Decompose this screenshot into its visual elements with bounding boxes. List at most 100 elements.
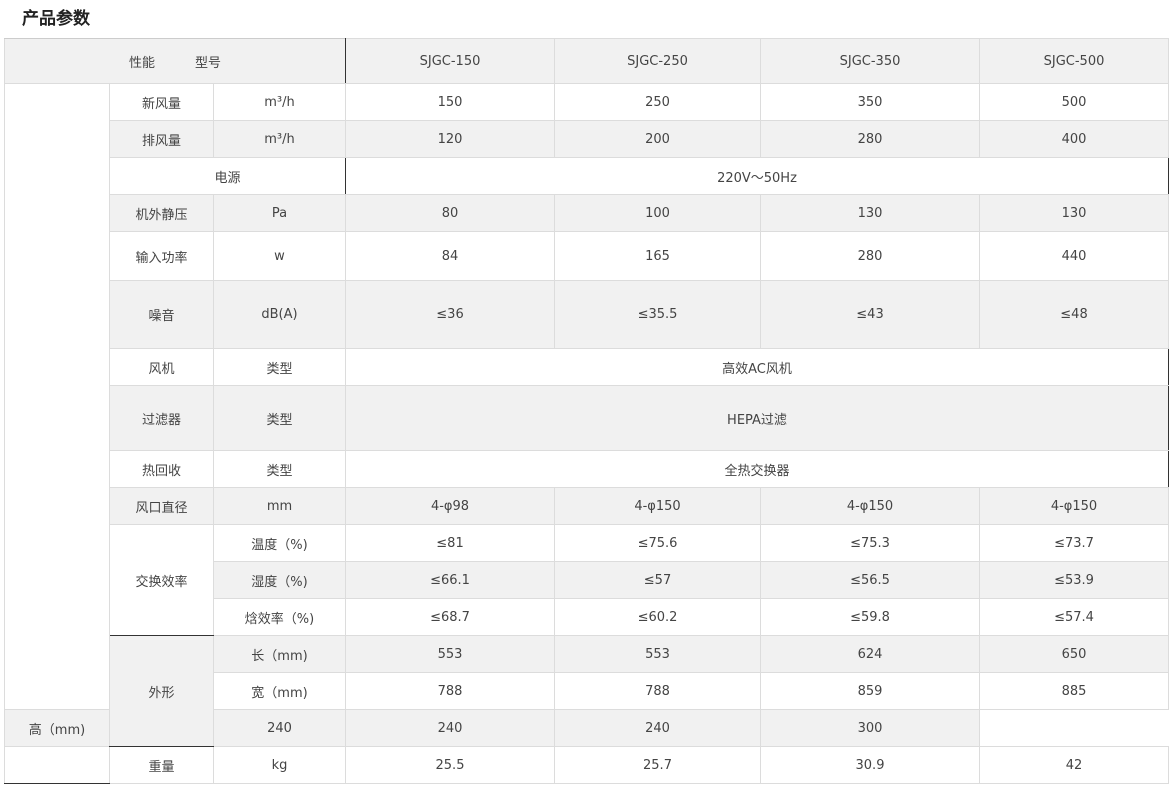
value-cell: 25.7 xyxy=(554,746,761,784)
value-cell: ≤43 xyxy=(760,280,980,349)
value-cell: ≤56.5 xyxy=(760,561,980,599)
param-name: 输入功率 xyxy=(109,231,214,281)
param-unit: m³/h xyxy=(213,120,346,158)
param-unit: dB(A) xyxy=(213,280,346,349)
param-unit: 宽（mm) xyxy=(213,672,346,710)
param-unit: kg xyxy=(213,746,346,784)
table-row: 电源 220V～50Hz xyxy=(5,157,1169,195)
value-cell: 100 xyxy=(554,194,761,232)
value-cell: ≤53.9 xyxy=(979,561,1169,599)
value-cell: 全热交换器 xyxy=(345,450,1169,488)
param-unit: m³/h xyxy=(213,83,346,121)
param-unit: 类型 xyxy=(213,385,346,451)
value-cell: HEPA过滤 xyxy=(345,385,1169,451)
value-cell: 130 xyxy=(760,194,980,232)
table-row: 外形 长（mm) 553 553 624 650 xyxy=(5,635,1169,747)
param-unit: 湿度（%) xyxy=(213,561,346,599)
model-header: SJGC-350 xyxy=(760,38,980,84)
value-cell: 高效AC风机 xyxy=(345,348,1169,386)
value-cell: 200 xyxy=(554,120,761,158)
value-cell: 4-φ150 xyxy=(760,487,980,525)
value-cell: ≤81 xyxy=(345,524,555,562)
spec-table: 性能 型号 SJGC-150 SJGC-250 SJGC-350 SJGC-500… xyxy=(4,38,1169,784)
param-unit: 高（mm) xyxy=(4,709,110,747)
value-cell: 120 xyxy=(345,120,555,158)
value-cell: 240 xyxy=(345,709,555,747)
param-unit: w xyxy=(213,231,346,281)
table-row: 风口直径 mm 4-φ98 4-φ150 4-φ150 4-φ150 xyxy=(5,487,1169,525)
param-name: 重量 xyxy=(109,746,214,784)
value-cell: ≤73.7 xyxy=(979,524,1169,562)
param-unit: 类型 xyxy=(213,450,346,488)
value-cell: ≤57 xyxy=(554,561,761,599)
value-cell: ≤66.1 xyxy=(345,561,555,599)
table-row: 新风量 m³/h 150 250 350 500 xyxy=(4,83,1169,710)
table-row: 重量 kg 25.5 25.7 30.9 42 xyxy=(4,746,1169,784)
value-cell: 4-φ98 xyxy=(345,487,555,525)
value-cell: 553 xyxy=(345,635,555,673)
value-cell: 280 xyxy=(760,231,980,281)
param-name: 热回收 xyxy=(109,450,214,488)
value-cell: 240 xyxy=(213,709,346,747)
value-cell: 788 xyxy=(554,672,761,710)
value-cell: 4-φ150 xyxy=(979,487,1169,525)
value-cell: 400 xyxy=(979,120,1169,158)
value-cell: ≤59.8 xyxy=(760,598,980,636)
model-header: SJGC-150 xyxy=(345,38,555,84)
value-cell: 350 xyxy=(760,83,980,121)
value-cell: 25.5 xyxy=(345,746,555,784)
value-cell: 84 xyxy=(345,231,555,281)
value-cell: ≤36 xyxy=(345,280,555,349)
table-row: 热回收 类型 全热交换器 xyxy=(5,450,1169,488)
param-name: 风机 xyxy=(109,348,214,386)
param-name: 风口直径 xyxy=(109,487,214,525)
param-unit: 类型 xyxy=(213,348,346,386)
value-cell: 240 xyxy=(554,709,761,747)
value-cell: 4-φ150 xyxy=(554,487,761,525)
value-cell: 300 xyxy=(760,709,980,747)
param-name: 过滤器 xyxy=(109,385,214,451)
param-name: 噪音 xyxy=(109,280,214,349)
value-cell: ≤60.2 xyxy=(554,598,761,636)
value-cell: 650 xyxy=(979,635,1169,673)
table-row: 输入功率 w 84 165 280 440 xyxy=(5,231,1169,281)
param-name: 电源 xyxy=(109,157,346,195)
value-cell: ≤75.3 xyxy=(760,524,980,562)
value-cell: 150 xyxy=(345,83,555,121)
param-unit: Pa xyxy=(213,194,346,232)
value-cell: 553 xyxy=(554,635,761,673)
value-cell: 500 xyxy=(979,83,1169,121)
performance-label: 性能 xyxy=(128,55,155,71)
left-blank-cell xyxy=(4,83,110,710)
table-row: 排风量 m³/h 120 200 280 400 xyxy=(5,120,1169,158)
value-cell: 42 xyxy=(979,746,1169,784)
value-cell: 788 xyxy=(345,672,555,710)
value-cell: ≤57.4 xyxy=(979,598,1169,636)
param-name: 新风量 xyxy=(109,83,214,121)
table-row: 交换效率 温度（%) ≤81 ≤75.6 ≤75.3 ≤73.7 xyxy=(5,524,1169,636)
value-cell: ≤75.6 xyxy=(554,524,761,562)
value-cell: 440 xyxy=(979,231,1169,281)
value-cell: ≤35.5 xyxy=(554,280,761,349)
value-cell: ≤48 xyxy=(979,280,1169,349)
model-label: 型号 xyxy=(195,55,222,71)
value-cell: 165 xyxy=(554,231,761,281)
header-corner-cell: 性能 型号 xyxy=(4,38,346,84)
model-header: SJGC-250 xyxy=(554,38,761,84)
param-unit: 焓效率（%) xyxy=(213,598,346,636)
param-unit: mm xyxy=(213,487,346,525)
value-cell: 130 xyxy=(979,194,1169,232)
value-cell: 250 xyxy=(554,83,761,121)
value-cell: 885 xyxy=(979,672,1169,710)
left-blank-cell xyxy=(4,746,110,784)
value-cell: 280 xyxy=(760,120,980,158)
value-cell: 30.9 xyxy=(760,746,980,784)
param-name: 排风量 xyxy=(109,120,214,158)
table-row: 风机 类型 高效AC风机 xyxy=(5,348,1169,386)
header-row: 性能 型号 SJGC-150 SJGC-250 SJGC-350 SJGC-500 xyxy=(4,38,1169,84)
param-name: 外形 xyxy=(109,635,214,747)
value-cell: 220V～50Hz xyxy=(345,157,1169,195)
page-title: 产品参数 xyxy=(22,9,90,29)
param-name: 机外静压 xyxy=(109,194,214,232)
value-cell: 859 xyxy=(760,672,980,710)
